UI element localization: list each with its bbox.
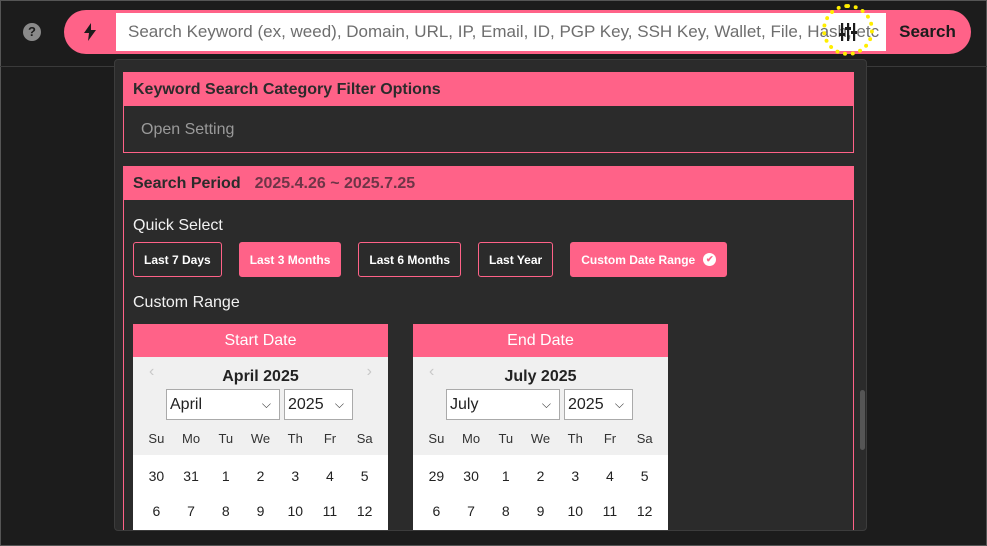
calendar-day[interactable]: 3 xyxy=(278,468,313,484)
weekday-label: Sa xyxy=(636,431,653,446)
start-month-value: April xyxy=(170,396,203,413)
weekday-label: Tu xyxy=(498,431,514,446)
start-date-calendar: Start Date ‹ › April 2025 April ⌵ 2025 ⌵… xyxy=(133,324,388,530)
start-weekday-header: Su Mo Tu We Th Fr Sa xyxy=(139,431,382,446)
calendar-day[interactable]: 7 xyxy=(454,503,489,519)
start-year-value: 2025 xyxy=(288,396,324,413)
calendar-day[interactable]: 30 xyxy=(139,468,174,484)
calendar-day[interactable]: 8 xyxy=(488,503,523,519)
category-filter-section: Keyword Search Category Filter Options O… xyxy=(123,72,854,153)
end-month-select[interactable]: July ⌵ xyxy=(446,389,560,420)
start-calendar-days: 30 31 1 2 3 4 5 6 7 8 9 10 11 12 xyxy=(133,455,388,530)
calendar-day[interactable]: 7 xyxy=(174,503,209,519)
calendar-day[interactable]: 9 xyxy=(243,503,278,519)
quick-select-title: Quick Select xyxy=(133,217,223,234)
calendar-day[interactable]: 30 xyxy=(454,468,489,484)
calendar-day[interactable]: 11 xyxy=(593,503,628,519)
calendar-week-row: 6 7 8 9 10 11 12 xyxy=(139,503,382,519)
calendar-day[interactable]: 5 xyxy=(347,468,382,484)
question-circle-icon[interactable]: ? xyxy=(23,23,41,41)
calendar-week-row: 29 30 1 2 3 4 5 xyxy=(419,468,662,484)
calendar-day[interactable]: 29 xyxy=(419,468,454,484)
start-date-header: Start Date xyxy=(133,324,388,357)
quick-last-6-months-button[interactable]: Last 6 Months xyxy=(358,242,462,277)
start-year-select[interactable]: 2025 ⌵ xyxy=(284,389,353,420)
weekday-label: Fr xyxy=(603,431,617,446)
check-circle-icon: ✔ xyxy=(703,253,717,266)
weekday-label: Su xyxy=(148,431,165,446)
start-calendar-nav: ‹ › April 2025 April ⌵ 2025 ⌵ Su Mo Tu W… xyxy=(133,357,388,455)
end-date-header: End Date xyxy=(413,324,668,357)
quick-custom-date-range-button[interactable]: Custom Date Range ✔ xyxy=(570,242,728,277)
calendar-day[interactable]: 4 xyxy=(313,468,348,484)
weekday-label: Mo xyxy=(182,431,201,446)
weekday-label: We xyxy=(530,431,551,446)
calendar-day[interactable]: 8 xyxy=(208,503,243,519)
weekday-label: Fr xyxy=(323,431,337,446)
calendar-week-row: 30 31 1 2 3 4 5 xyxy=(139,468,382,484)
chevron-down-icon: ⌵ xyxy=(614,397,624,411)
weekday-label: Tu xyxy=(218,431,234,446)
calendar-day[interactable]: 6 xyxy=(139,503,174,519)
end-month-value: July xyxy=(450,396,479,413)
weekday-label: Mo xyxy=(462,431,481,446)
quick-select-options: Last 7 Days Last 3 Months Last 6 Months … xyxy=(133,242,744,277)
calendar-day[interactable]: 31 xyxy=(174,468,209,484)
quick-last-3-months-button[interactable]: Last 3 Months xyxy=(238,242,342,277)
weekday-label: Th xyxy=(567,431,583,446)
calendar-day[interactable]: 5 xyxy=(627,468,662,484)
chevron-down-icon: ⌵ xyxy=(261,397,271,411)
calendar-day[interactable]: 2 xyxy=(243,468,278,484)
filter-dropdown-panel: Keyword Search Category Filter Options O… xyxy=(114,59,867,531)
calendar-week-row: 6 7 8 9 10 11 12 xyxy=(419,503,662,519)
end-calendar-days: 29 30 1 2 3 4 5 6 7 8 9 10 11 12 xyxy=(413,455,668,530)
start-month-select[interactable]: April ⌵ xyxy=(166,389,280,420)
end-year-select[interactable]: 2025 ⌵ xyxy=(564,389,633,420)
calendar-day[interactable]: 6 xyxy=(419,503,454,519)
calendar-day[interactable]: 10 xyxy=(558,503,593,519)
end-weekday-header: Su Mo Tu We Th Fr Sa xyxy=(419,431,662,446)
calendar-day[interactable]: 12 xyxy=(627,503,662,519)
end-calendar-nav: ‹ July 2025 July ⌵ 2025 ⌵ Su Mo Tu We Th… xyxy=(413,357,668,455)
start-month-title: April 2025 xyxy=(222,368,299,385)
panel-scrollbar[interactable] xyxy=(860,390,865,450)
search-bar-actions: Search xyxy=(64,10,971,54)
calendar-day[interactable]: 11 xyxy=(313,503,348,519)
calendar-day[interactable]: 2 xyxy=(523,468,558,484)
weekday-label: We xyxy=(250,431,271,446)
weekday-label: Sa xyxy=(356,431,373,446)
chevron-down-icon: ⌵ xyxy=(334,397,344,411)
search-period-section: Search Period 2025.4.26 ~ 2025.7.25 Quick… xyxy=(123,166,854,530)
search-period-title: Search Period xyxy=(133,175,241,192)
calendar-day[interactable]: 4 xyxy=(593,468,628,484)
calendar-day[interactable]: 1 xyxy=(208,468,243,484)
weekday-label: Su xyxy=(428,431,445,446)
search-period-header: Search Period 2025.4.26 ~ 2025.7.25 xyxy=(124,167,853,200)
calendar-day[interactable]: 3 xyxy=(558,468,593,484)
sliders-icon xyxy=(839,23,857,41)
quick-last-7-days-button[interactable]: Last 7 Days xyxy=(133,242,222,277)
category-filter-title: Keyword Search Category Filter Options xyxy=(124,73,853,106)
custom-range-title: Custom Range xyxy=(133,294,240,311)
end-date-calendar: End Date ‹ July 2025 July ⌵ 2025 ⌵ Su Mo… xyxy=(413,324,668,530)
end-month-title: July 2025 xyxy=(504,368,577,385)
calendar-day[interactable]: 12 xyxy=(347,503,382,519)
end-year-value: 2025 xyxy=(568,396,604,413)
chevron-down-icon: ⌵ xyxy=(541,397,551,411)
calendar-day[interactable]: 10 xyxy=(278,503,313,519)
custom-date-range-label: Custom Date Range xyxy=(581,252,696,267)
calendar-day[interactable]: 1 xyxy=(488,468,523,484)
calendar-day[interactable]: 9 xyxy=(523,503,558,519)
open-setting-link[interactable]: Open Setting xyxy=(124,106,853,139)
weekday-label: Th xyxy=(287,431,303,446)
search-button[interactable]: Search xyxy=(884,10,971,54)
quick-last-year-button[interactable]: Last Year xyxy=(478,242,554,277)
search-period-range: 2025.4.26 ~ 2025.7.25 xyxy=(254,175,416,192)
filter-settings-button[interactable] xyxy=(822,10,874,54)
